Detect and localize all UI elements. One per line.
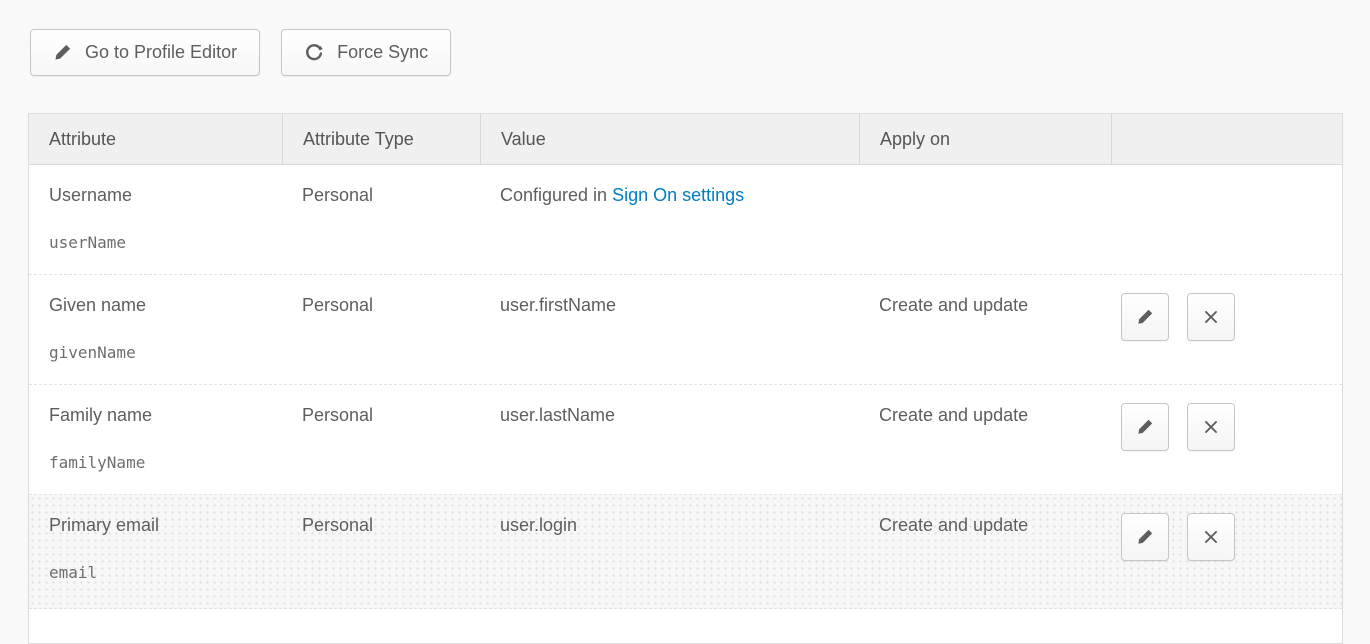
table-row — [29, 609, 1342, 643]
attribute-type: Personal — [282, 275, 480, 384]
table-row: Given name givenName Personal user.first… — [29, 275, 1342, 385]
pencil-icon — [1136, 528, 1154, 546]
table-row: Family name familyName Personal user.las… — [29, 385, 1342, 495]
value-cell: user.login — [480, 495, 859, 608]
header-attribute: Attribute — [29, 114, 282, 164]
attribute-label: Family name — [49, 405, 282, 426]
actions-cell — [1111, 165, 1342, 274]
attribute-code: familyName — [49, 452, 282, 473]
attribute-type: Personal — [282, 385, 480, 494]
actions-cell — [1111, 275, 1342, 384]
delete-attribute-button[interactable] — [1187, 513, 1235, 561]
x-icon — [1202, 418, 1220, 436]
delete-attribute-button[interactable] — [1187, 293, 1235, 341]
delete-attribute-button[interactable] — [1187, 403, 1235, 451]
value-prefix: Configured in — [500, 185, 607, 205]
value-cell: Configured in Sign On settings — [480, 165, 859, 274]
attribute-cell: Username userName — [29, 165, 282, 274]
attribute-cell: Given name givenName — [29, 275, 282, 384]
force-sync-button[interactable]: Force Sync — [281, 29, 451, 76]
go-to-profile-editor-button[interactable]: Go to Profile Editor — [30, 29, 260, 76]
attribute-label: Primary email — [49, 515, 282, 536]
apply-on: Create and update — [859, 495, 1111, 608]
x-icon — [1202, 308, 1220, 326]
attribute-type: Personal — [282, 495, 480, 608]
attribute-cell: Primary email email — [29, 495, 282, 608]
table-row: Primary email email Personal user.login … — [29, 495, 1342, 609]
value-cell: user.firstName — [480, 275, 859, 384]
edit-attribute-button[interactable] — [1121, 403, 1169, 451]
edit-attribute-button[interactable] — [1121, 293, 1169, 341]
apply-on — [859, 165, 1111, 274]
sign-on-settings-link[interactable]: Sign On settings — [612, 185, 744, 205]
header-attribute-type: Attribute Type — [282, 114, 480, 164]
table-header-row: Attribute Attribute Type Value Apply on — [29, 114, 1342, 165]
apply-on: Create and update — [859, 385, 1111, 494]
go-to-profile-editor-label: Go to Profile Editor — [85, 42, 237, 63]
attribute-code: email — [49, 562, 282, 583]
refresh-icon — [304, 43, 324, 63]
table-row: Username userName Personal Configured in… — [29, 165, 1342, 275]
x-icon — [1202, 528, 1220, 546]
header-value: Value — [480, 114, 859, 164]
attribute-label: Username — [49, 185, 282, 206]
value-cell: user.lastName — [480, 385, 859, 494]
toolbar: Go to Profile Editor Force Sync — [30, 29, 451, 76]
header-apply-on: Apply on — [859, 114, 1111, 164]
attribute-cell: Family name familyName — [29, 385, 282, 494]
header-actions — [1111, 114, 1342, 164]
apply-on: Create and update — [859, 275, 1111, 384]
pencil-icon — [1136, 418, 1154, 436]
attribute-code: userName — [49, 232, 282, 253]
attribute-code: givenName — [49, 342, 282, 363]
pencil-icon — [53, 43, 72, 62]
edit-attribute-button[interactable] — [1121, 513, 1169, 561]
actions-cell — [1111, 495, 1342, 608]
pencil-icon — [1136, 308, 1154, 326]
attribute-type: Personal — [282, 165, 480, 274]
actions-cell — [1111, 385, 1342, 494]
force-sync-label: Force Sync — [337, 42, 428, 63]
attribute-label: Given name — [49, 295, 282, 316]
attributes-table: Attribute Attribute Type Value Apply on … — [28, 113, 1343, 644]
